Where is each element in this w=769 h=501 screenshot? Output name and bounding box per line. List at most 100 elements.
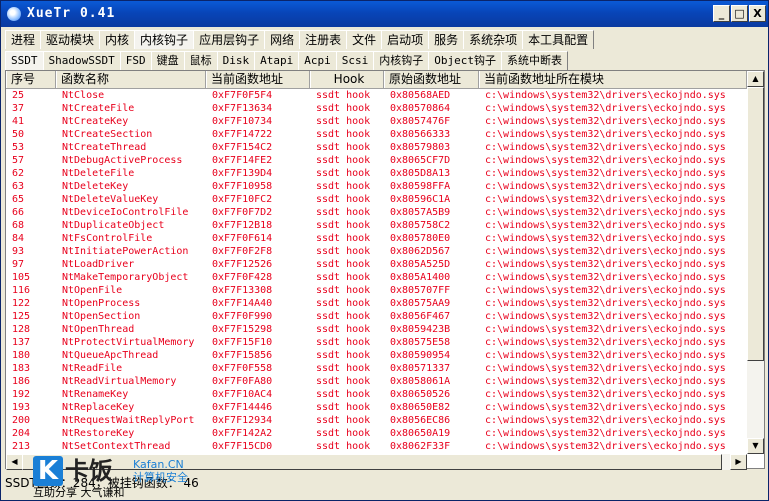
main-tab-9[interactable]: 服务 [428, 30, 465, 49]
column-header-5[interactable]: 当前函数地址所在模块 [479, 71, 747, 88]
main-tab-1[interactable]: 驱动模块 [40, 30, 101, 49]
table-cell: NtCreateFile [62, 103, 135, 114]
table-row[interactable]: 180 NtQueueApcThread 0xF7F15856 ssdt hook 0x… [6, 349, 747, 362]
table-cell: c:\windows\system32\drivers\eckojndo.sys [485, 441, 726, 452]
title-bar[interactable]: XueTr 0.41 _ □ X [1, 1, 768, 27]
table-cell: 0xF7F10958 [212, 181, 273, 192]
table-row[interactable]: 53 NtCreateThread 0xF7F154C2 ssdt hook 0x805… [6, 141, 747, 154]
app-icon [7, 7, 21, 21]
table-cell: NtDeleteKey [62, 181, 129, 192]
table-cell: c:\windows\system32\drivers\eckojndo.sys [485, 259, 726, 270]
table-cell: 0x80575AA9 [390, 298, 451, 309]
table-row[interactable]: 122 NtOpenProcess 0xF7F14A40 ssdt hook 0x805… [6, 297, 747, 310]
sub-tab-11[interactable]: 系统中断表 [500, 51, 568, 70]
scroll-down-arrow-icon[interactable]: ▼ [747, 438, 764, 454]
sub-tab-2[interactable]: FSD [119, 51, 152, 70]
table-cell: 0x805780E0 [390, 233, 451, 244]
table-cell: 0xF7F14446 [212, 402, 273, 413]
table-cell: ssdt hook [316, 233, 371, 244]
column-header-4[interactable]: 原始函数地址 [384, 71, 479, 88]
table-row[interactable]: 66 NtDeviceIoControlFile 0xF7F0F7D2 ssdt ho… [6, 206, 747, 219]
table-cell: ssdt hook [316, 441, 371, 452]
main-tab-6[interactable]: 注册表 [299, 30, 348, 49]
table-cell: 0x8058061A [390, 376, 451, 387]
scroll-left-arrow-icon[interactable]: ◀ [6, 454, 23, 470]
column-header-1[interactable]: 函数名称 [56, 71, 206, 88]
table-row[interactable]: 57 NtDebugActiveProcess 0xF7F14FE2 ssdt hoo… [6, 154, 747, 167]
table-cell: 0x80575E58 [390, 337, 451, 348]
sub-tab-6[interactable]: Atapi [254, 51, 300, 70]
table-cell: c:\windows\system32\drivers\eckojndo.sys [485, 103, 726, 114]
main-tab-4[interactable]: 应用层钩子 [193, 30, 266, 49]
sub-tab-10[interactable]: Object钩子 [428, 51, 502, 70]
sub-tab-0[interactable]: SSDT [5, 51, 44, 70]
app-window: XueTr 0.41 _ □ X 进程 驱动模块 内核 内核钩子 应用层钩子 网络 注册表文… [0, 0, 769, 501]
table-row[interactable]: 137 NtProtectVirtualMemory 0xF7F15F10 ssdt … [6, 336, 747, 349]
scroll-right-arrow-icon[interactable]: ▶ [730, 454, 747, 470]
table-row[interactable]: 128 NtOpenThread 0xF7F15298 ssdt hook 0x8059… [6, 323, 747, 336]
sub-tab-7[interactable]: Acpi [298, 51, 337, 70]
main-tab-7[interactable]: 文件 [346, 30, 383, 49]
table-row[interactable]: 97 NtLoadDriver 0xF7F12526 ssdt hook 0x805A5… [6, 258, 747, 271]
table-row[interactable]: 63 NtDeleteKey 0xF7F10958 ssdt hook 0x80598F… [6, 180, 747, 193]
sub-tab-4[interactable]: 鼠标 [183, 51, 218, 70]
table-row[interactable]: 192 NtRenameKey 0xF7F10AC4 ssdt hook 0x80650… [6, 388, 747, 401]
main-tab-2[interactable]: 内核 [99, 30, 136, 49]
table-cell: 125 [12, 311, 31, 322]
column-header-0[interactable]: 序号 [6, 71, 56, 88]
table-row[interactable]: 204 NtRestoreKey 0xF7F142A2 ssdt hook 0x8065… [6, 427, 747, 440]
table-cell: 0x80650A19 [390, 428, 451, 439]
table-row[interactable]: 37 NtCreateFile 0xF7F13634 ssdt hook 0x80570… [6, 102, 747, 115]
table-row[interactable]: 200 NtRequestWaitReplyPort 0xF7F12934 ssdt … [6, 414, 747, 427]
scroll-up-arrow-icon[interactable]: ▲ [747, 71, 764, 87]
table-row[interactable]: 50 NtCreateSection 0xF7F14722 ssdt hook 0x80… [6, 128, 747, 141]
table-row[interactable]: 65 NtDeleteValueKey 0xF7F10FC2 ssdt hook 0x8… [6, 193, 747, 206]
table-cell: NtCreateSection [62, 129, 153, 140]
table-cell: ssdt hook [316, 103, 371, 114]
table-row[interactable]: 193 NtReplaceKey 0xF7F14446 ssdt hook 0x8065… [6, 401, 747, 414]
column-header-2[interactable]: 当前函数地址 [206, 71, 310, 88]
column-header-3[interactable]: Hook [310, 71, 384, 88]
table-cell: 63 [12, 181, 25, 192]
table-row[interactable]: 183 NtReadFile 0xF7F0F558 ssdt hook 0x805713… [6, 362, 747, 375]
table-cell: 0x80566333 [390, 129, 451, 140]
table-row[interactable]: 41 NtCreateKey 0xF7F10734 ssdt hook 0x805747… [6, 115, 747, 128]
table-row[interactable]: 62 NtDeleteFile 0xF7F139D4 ssdt hook 0x805D8… [6, 167, 747, 180]
table-body[interactable]: 25 NtClose 0xF7F0F5F4 ssdt hook 0x80568AED c:… [6, 89, 747, 454]
sub-tab-5[interactable]: Disk [216, 51, 256, 70]
main-tab-5[interactable]: 网络 [264, 30, 301, 49]
table-row[interactable]: 84 NtFsControlFile 0xF7F0F614 ssdt hook 0x80… [6, 232, 747, 245]
sub-tab-3[interactable]: 键盘 [150, 51, 185, 70]
table-row[interactable]: 213 NtSetContextThread 0xF7F15CD0 ssdt hook… [6, 440, 747, 453]
main-tab-11[interactable]: 本工具配置 [522, 30, 595, 49]
sub-tab-1[interactable]: ShadowSSDT [42, 51, 121, 70]
table-row[interactable]: 116 NtOpenFile 0xF7F13308 ssdt hook 0x805707… [6, 284, 747, 297]
table-cell: c:\windows\system32\drivers\eckojndo.sys [485, 337, 726, 348]
table-row[interactable]: 105 NtMakeTemporaryObject 0xF7F0F428 ssdt h… [6, 271, 747, 284]
table-cell: ssdt hook [316, 428, 371, 439]
table-row[interactable]: 93 NtInitiatePowerAction 0xF7F0F2F8 ssdt ho… [6, 245, 747, 258]
vertical-scrollbar[interactable]: ▲ ▼ [747, 71, 764, 454]
vertical-scroll-thumb[interactable] [747, 87, 764, 361]
table-cell: 0x80650E82 [390, 402, 451, 413]
sub-tab-8[interactable]: Scsi [335, 51, 375, 70]
table-row[interactable]: 125 NtOpenSection 0xF7F0F990 ssdt hook 0x805… [6, 310, 747, 323]
table-cell: c:\windows\system32\drivers\eckojndo.sys [485, 181, 726, 192]
table-cell: ssdt hook [316, 324, 371, 335]
main-tab-3[interactable]: 内核钩子 [134, 30, 195, 49]
table-cell: c:\windows\system32\drivers\eckojndo.sys [485, 116, 726, 127]
sub-tab-9[interactable]: 内核钩子 [373, 51, 430, 70]
main-tab-10[interactable]: 系统杂项 [463, 30, 524, 49]
table-cell: c:\windows\system32\drivers\eckojndo.sys [485, 90, 726, 101]
maximize-button[interactable]: □ [731, 5, 748, 22]
table-row[interactable]: 186 NtReadVirtualMemory 0xF7F0FA80 ssdt hoo… [6, 375, 747, 388]
table-row[interactable]: 25 NtClose 0xF7F0F5F4 ssdt hook 0x80568AED c:… [6, 89, 747, 102]
minimize-button[interactable]: _ [713, 5, 730, 22]
table-cell: NtCreateThread [62, 142, 147, 153]
table-cell: 192 [12, 389, 31, 400]
table-cell: ssdt hook [316, 207, 371, 218]
close-button[interactable]: X [749, 5, 766, 22]
table-row[interactable]: 68 NtDuplicateObject 0xF7F12B18 ssdt hook 0x… [6, 219, 747, 232]
main-tab-0[interactable]: 进程 [5, 30, 42, 49]
main-tab-8[interactable]: 启动项 [381, 30, 430, 49]
